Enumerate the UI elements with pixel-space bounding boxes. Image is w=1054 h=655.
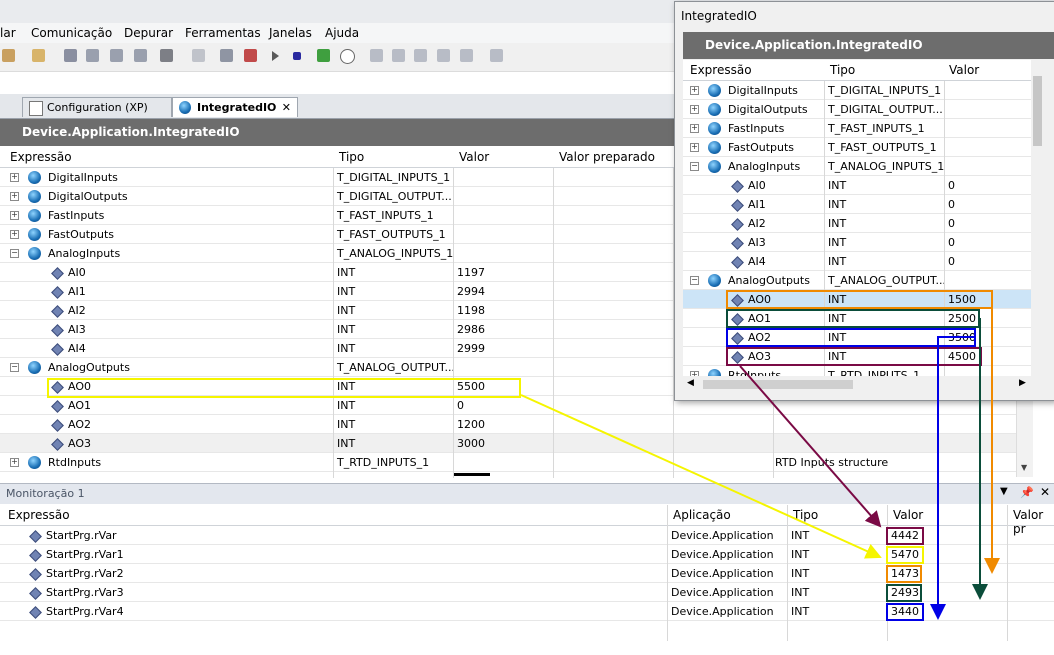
arrow-orange [984, 299, 1000, 574]
arrow-purple [739, 365, 882, 528]
annotation-arrows [520, 299, 1000, 620]
arrow-blue [930, 336, 976, 620]
arrow-yellow [520, 394, 882, 559]
